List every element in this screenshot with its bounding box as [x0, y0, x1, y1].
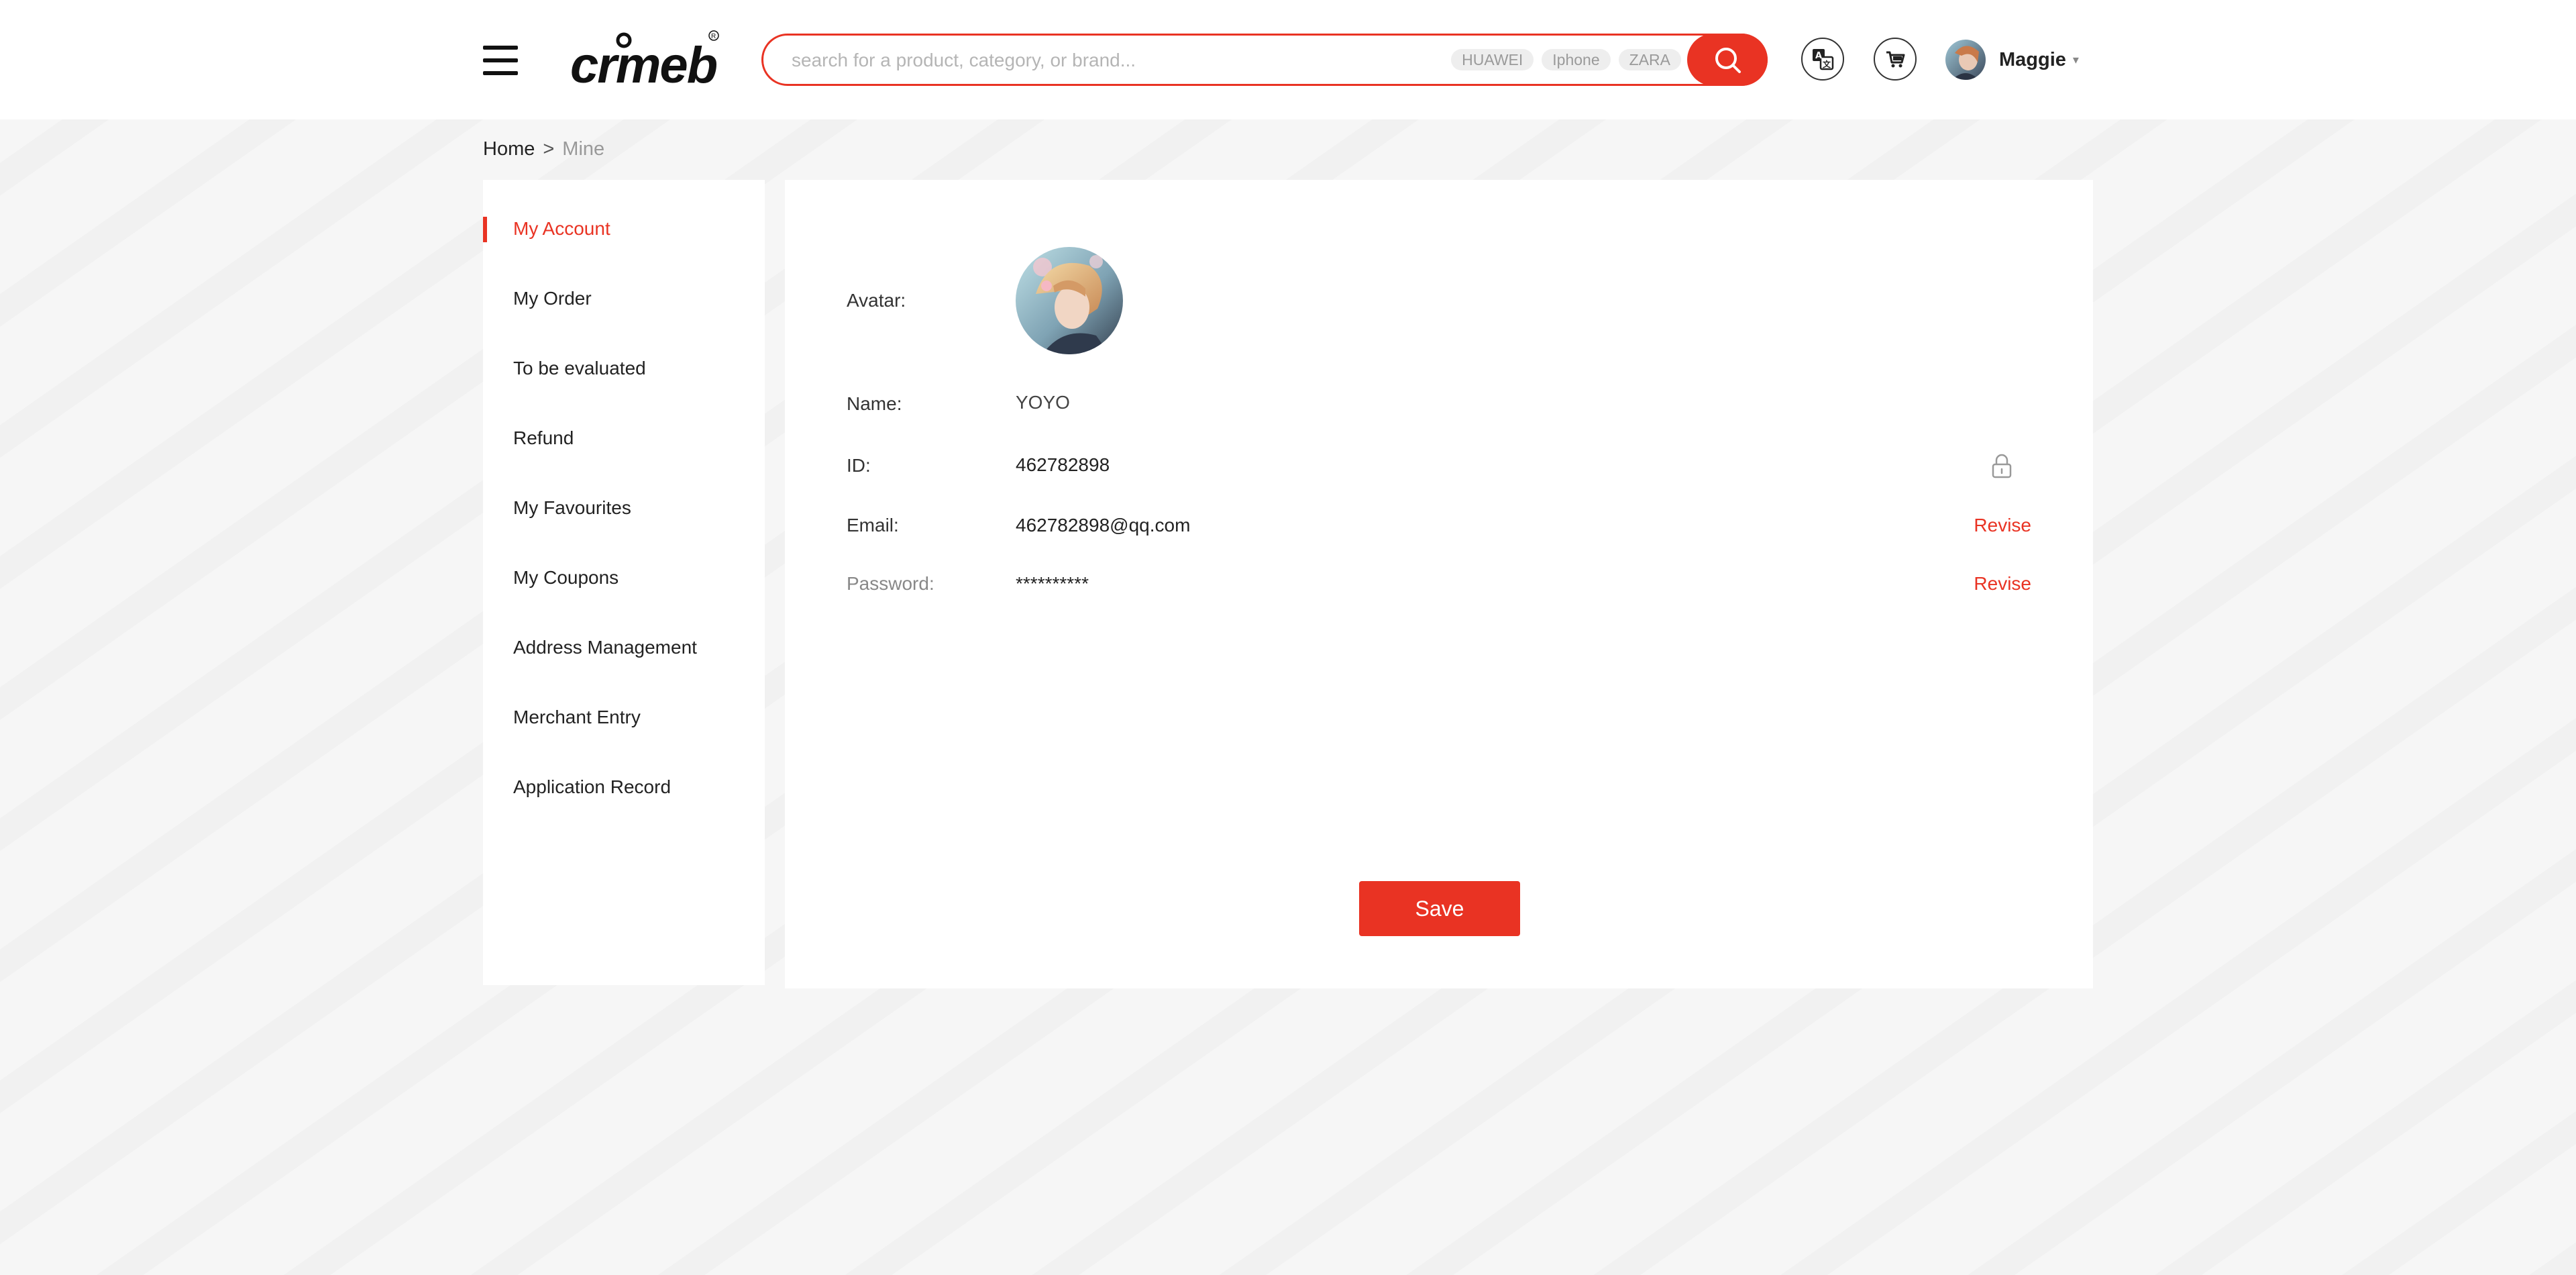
- user-avatar: [1945, 40, 1986, 80]
- search-icon: [1715, 48, 1741, 73]
- top-header: crmeb R HUAWEI Iphone ZARA A 文: [0, 0, 2576, 119]
- revise-password-link[interactable]: Revise: [1974, 573, 2031, 595]
- sidebar-item-my-order[interactable]: My Order: [483, 278, 765, 319]
- svg-text:文: 文: [1823, 59, 1831, 69]
- name-value: YOYO: [1016, 392, 1070, 413]
- sidebar-item-address-management[interactable]: Address Management: [483, 627, 765, 668]
- svg-text:A: A: [1815, 51, 1822, 61]
- password-value: **********: [1016, 573, 1089, 594]
- user-menu[interactable]: Maggie ▾: [1945, 39, 2079, 81]
- profile-avatar[interactable]: [1016, 247, 1123, 354]
- account-panel: Avatar: Name: YOYO ID: 462782898 Email: …: [785, 180, 2093, 988]
- save-button[interactable]: Save: [1359, 881, 1520, 936]
- email-value: 462782898@qq.com: [1016, 515, 1191, 536]
- hot-tag-huawei[interactable]: HUAWEI: [1451, 49, 1534, 70]
- chevron-down-icon: ▾: [2072, 52, 2079, 66]
- cart-button[interactable]: [1874, 38, 1917, 81]
- id-value: 462782898: [1016, 454, 1110, 475]
- sidebar-item-application-record[interactable]: Application Record: [483, 767, 765, 807]
- password-label: Password:: [847, 573, 934, 594]
- revise-email-link[interactable]: Revise: [1974, 515, 2031, 536]
- svg-text:crmeb: crmeb: [570, 37, 717, 91]
- sidebar-item-refund[interactable]: Refund: [483, 418, 765, 458]
- breadcrumb-current: Mine: [562, 138, 605, 160]
- hot-tag-zara[interactable]: ZARA: [1618, 49, 1681, 70]
- breadcrumb: Home > Mine: [483, 138, 604, 160]
- user-name: Maggie: [1999, 48, 2066, 70]
- sidebar-item-my-favourites[interactable]: My Favourites: [483, 488, 765, 528]
- breadcrumb-home-link[interactable]: Home: [483, 138, 535, 160]
- sidebar-item-to-be-evaluated[interactable]: To be evaluated: [483, 348, 765, 389]
- breadcrumb-separator: >: [543, 138, 555, 160]
- hot-search-tags: HUAWEI Iphone ZARA: [1451, 49, 1681, 70]
- email-label: Email:: [847, 515, 899, 536]
- translate-icon: A 文: [1813, 49, 1834, 70]
- crmeb-logo[interactable]: crmeb R: [570, 30, 721, 91]
- search-button[interactable]: [1687, 34, 1768, 86]
- language-button[interactable]: A 文: [1801, 38, 1844, 81]
- sidebar-item-my-account[interactable]: My Account: [483, 209, 765, 249]
- search-bar: HUAWEI Iphone ZARA: [761, 34, 1768, 86]
- id-label: ID:: [847, 455, 871, 476]
- cart-icon: [1886, 51, 1905, 68]
- hamburger-menu-icon[interactable]: [483, 46, 518, 75]
- hot-tag-iphone[interactable]: Iphone: [1542, 49, 1611, 70]
- sidebar-item-merchant-entry[interactable]: Merchant Entry: [483, 697, 765, 737]
- account-sidebar: My Account My Order To be evaluated Refu…: [483, 180, 765, 985]
- name-label: Name:: [847, 393, 902, 414]
- sidebar-item-my-coupons[interactable]: My Coupons: [483, 558, 765, 598]
- avatar-label: Avatar:: [847, 290, 906, 311]
- svg-text:R: R: [711, 33, 716, 40]
- lock-icon: [1992, 454, 2012, 478]
- search-input[interactable]: [790, 36, 1464, 85]
